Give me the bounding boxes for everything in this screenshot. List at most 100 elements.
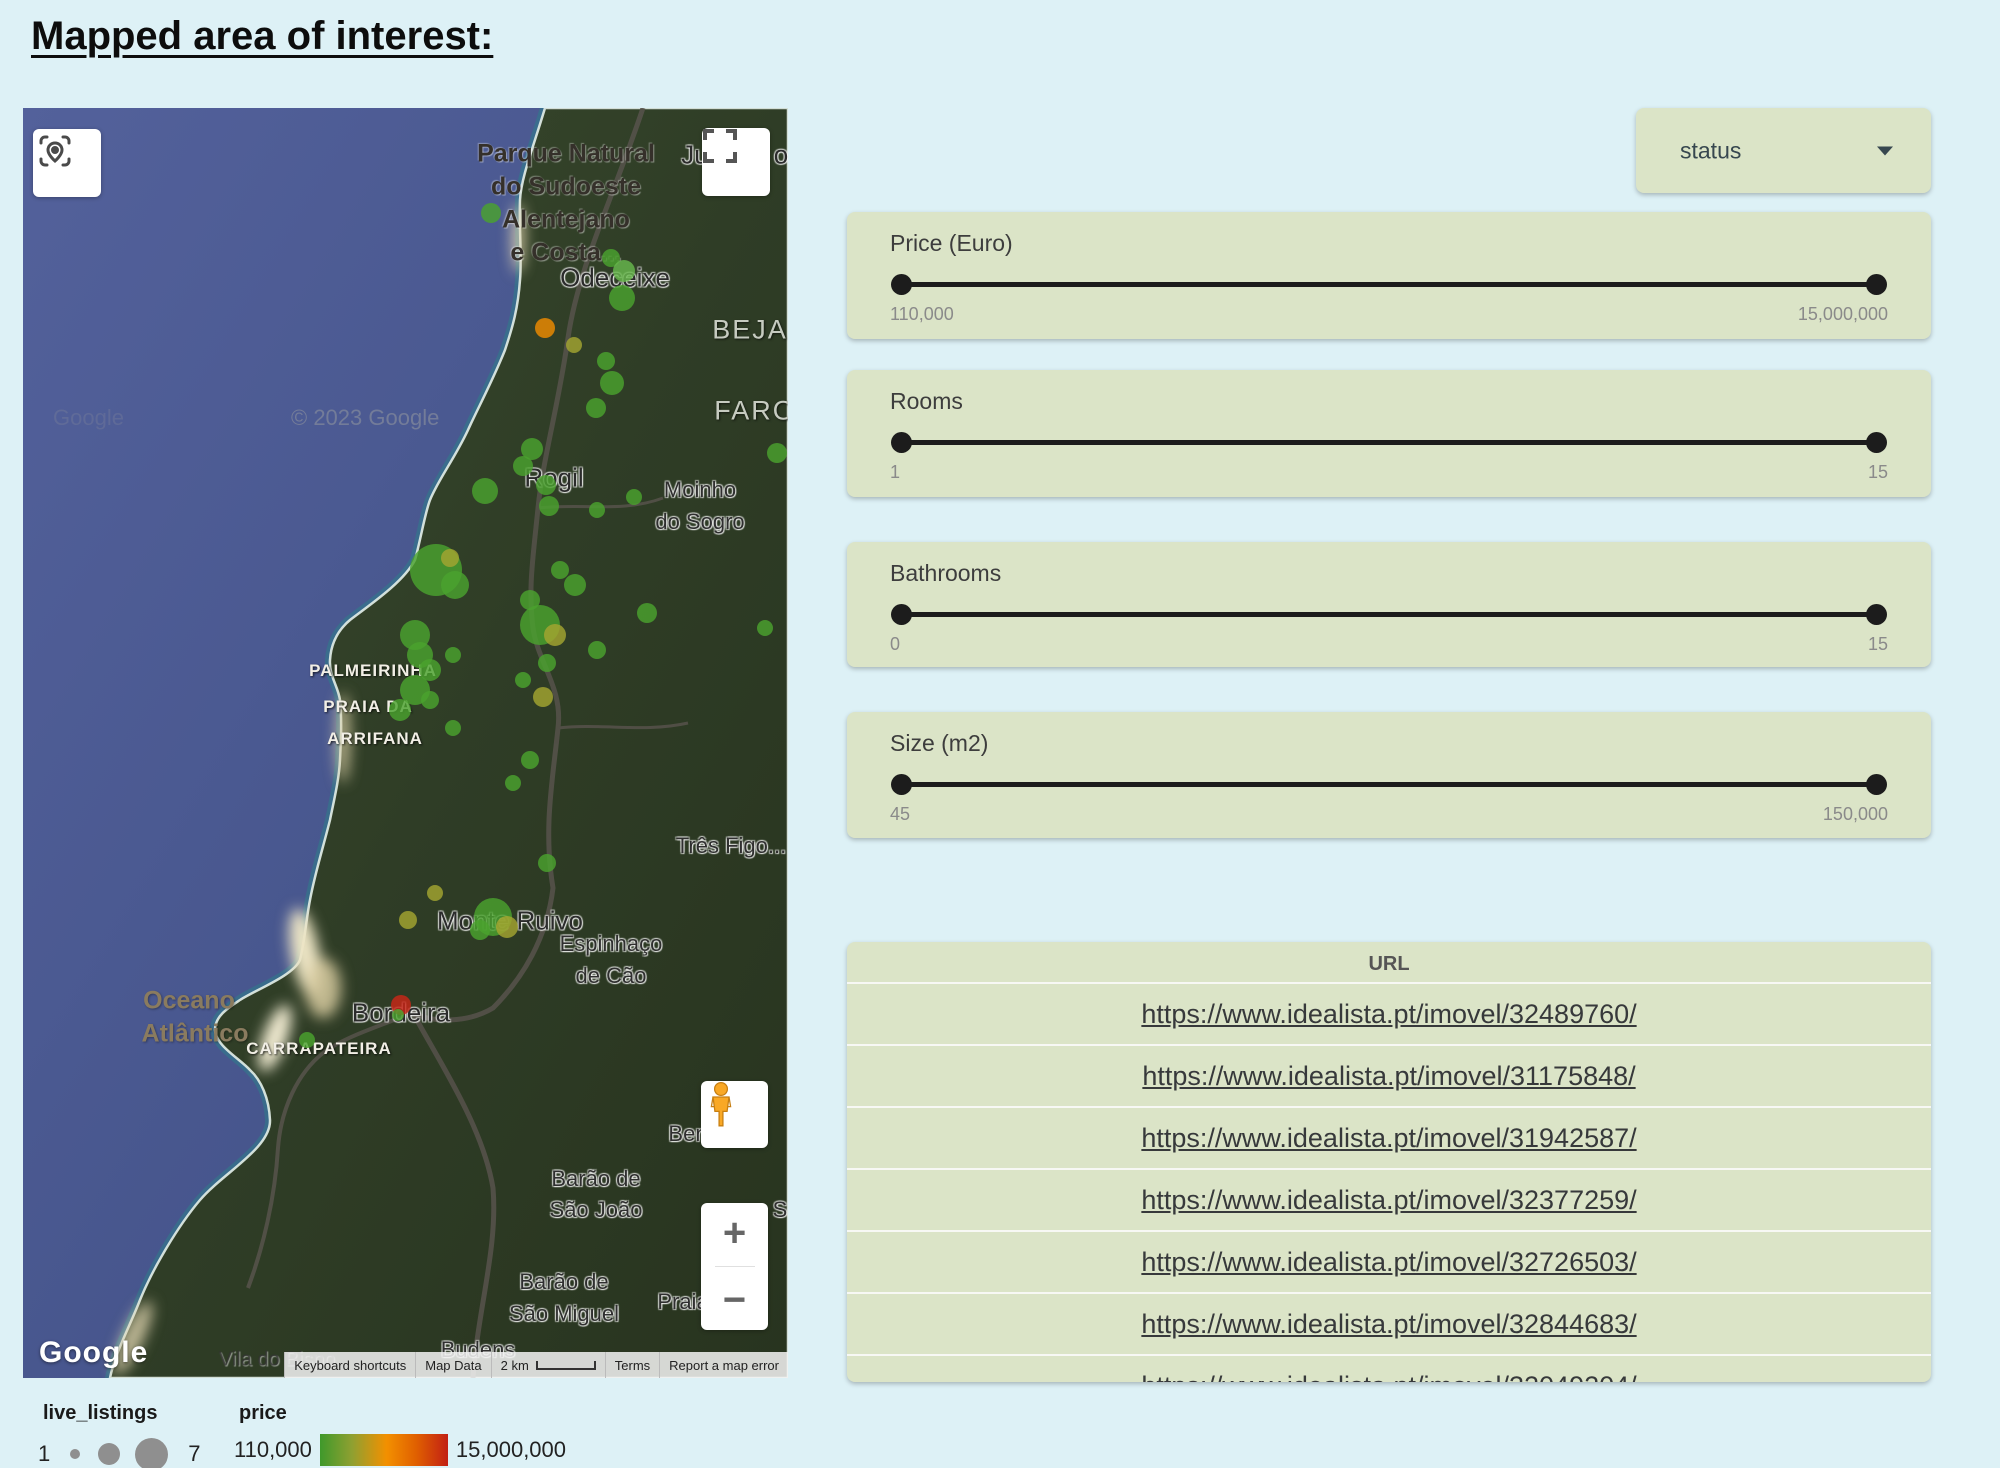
- slider-label-price: Price (Euro): [890, 230, 1013, 257]
- terms-link[interactable]: Terms: [605, 1352, 659, 1378]
- pegman-button[interactable]: [701, 1081, 768, 1148]
- listing-marker[interactable]: [539, 496, 559, 516]
- listing-url-link[interactable]: https://www.idealista.pt/imovel/32049204…: [1141, 1371, 1636, 1383]
- scale-bar: [536, 1361, 596, 1370]
- keyboard-shortcuts-link[interactable]: Keyboard shortcuts: [284, 1352, 415, 1378]
- listing-marker[interactable]: [637, 603, 657, 623]
- slider-max-value: 15: [1868, 634, 1888, 655]
- legend-size-title: live_listings: [43, 1402, 158, 1425]
- rooms-range-slider[interactable]: [901, 440, 1877, 445]
- zoom-in-button[interactable]: +: [701, 1213, 768, 1253]
- listing-marker[interactable]: [441, 571, 469, 599]
- listing-marker[interactable]: [399, 911, 417, 929]
- slider-thumb-max[interactable]: [1866, 604, 1887, 625]
- listing-marker[interactable]: [441, 549, 459, 567]
- listing-marker[interactable]: [544, 624, 566, 646]
- slider-max-value: 150,000: [1823, 804, 1888, 825]
- zoom-control: + −: [701, 1203, 768, 1330]
- zoom-divider: [715, 1266, 755, 1267]
- slider-thumb-min[interactable]: [891, 774, 912, 795]
- listing-url-link[interactable]: https://www.idealista.pt/imovel/32377259…: [1141, 1185, 1636, 1216]
- slider-thumb-max[interactable]: [1866, 774, 1887, 795]
- listing-url-link[interactable]: https://www.idealista.pt/imovel/31175848…: [1142, 1061, 1635, 1092]
- legend-price-scale: 110,000 15,000,000: [234, 1430, 566, 1468]
- slider-thumb-min[interactable]: [891, 274, 912, 295]
- size-range-slider[interactable]: [901, 782, 1877, 787]
- page: Mapped area of interest:: [0, 0, 2000, 1468]
- listing-marker[interactable]: [505, 775, 521, 791]
- filter-panel-rooms: Rooms 1 15: [847, 370, 1931, 497]
- listing-marker[interactable]: [427, 885, 443, 901]
- listing-marker[interactable]: [515, 672, 531, 688]
- listing-marker[interactable]: [392, 1009, 404, 1021]
- slider-thumb-min[interactable]: [891, 432, 912, 453]
- listing-marker[interactable]: [551, 561, 569, 579]
- listing-marker[interactable]: [299, 1032, 315, 1048]
- listing-marker[interactable]: [535, 318, 555, 338]
- url-table-row: https://www.idealista.pt/imovel/32049204…: [847, 1354, 1931, 1382]
- listing-marker[interactable]: [767, 443, 787, 463]
- zoom-out-button[interactable]: −: [701, 1280, 768, 1320]
- listing-url-link[interactable]: https://www.idealista.pt/imovel/32489760…: [1141, 999, 1636, 1030]
- legend-price-title: price: [239, 1402, 287, 1425]
- listing-url-link[interactable]: https://www.idealista.pt/imovel/31942587…: [1141, 1123, 1636, 1154]
- listing-marker[interactable]: [626, 489, 642, 505]
- listing-marker[interactable]: [389, 699, 411, 721]
- fullscreen-icon: [702, 128, 738, 164]
- url-table-row: https://www.idealista.pt/imovel/31942587…: [847, 1106, 1931, 1168]
- status-dropdown[interactable]: status: [1636, 108, 1931, 193]
- listing-marker[interactable]: [472, 478, 498, 504]
- url-rows: https://www.idealista.pt/imovel/32489760…: [847, 982, 1931, 1382]
- status-dropdown-label: status: [1680, 137, 1741, 164]
- listing-marker[interactable]: [597, 352, 615, 370]
- listing-marker[interactable]: [538, 854, 556, 872]
- listing-marker[interactable]: [588, 641, 606, 659]
- listing-marker[interactable]: [586, 398, 606, 418]
- listing-marker[interactable]: [445, 720, 461, 736]
- bathrooms-range-slider[interactable]: [901, 612, 1877, 617]
- map-data-link[interactable]: Map Data: [415, 1352, 490, 1378]
- listing-marker[interactable]: [496, 916, 518, 938]
- listing-marker[interactable]: [445, 647, 461, 663]
- legend-price-max: 15,000,000: [456, 1437, 566, 1463]
- listing-marker[interactable]: [566, 337, 582, 353]
- report-map-error-link[interactable]: Report a map error: [659, 1352, 788, 1378]
- slider-thumb-max[interactable]: [1866, 274, 1887, 295]
- filter-panel-price: Price (Euro) 110,000 15,000,000: [847, 212, 1931, 339]
- slider-label-size: Size (m2): [890, 730, 988, 757]
- listing-marker[interactable]: [564, 574, 586, 596]
- listing-marker[interactable]: [470, 920, 490, 940]
- listing-marker[interactable]: [533, 687, 553, 707]
- listing-marker[interactable]: [600, 371, 624, 395]
- slider-label-rooms: Rooms: [890, 388, 963, 415]
- price-range-slider[interactable]: [901, 282, 1877, 287]
- listing-marker[interactable]: [589, 502, 605, 518]
- slider-min-value: 45: [890, 804, 910, 825]
- locate-area-button[interactable]: [33, 129, 101, 197]
- fullscreen-button[interactable]: [702, 128, 770, 196]
- slider-label-bathrooms: Bathrooms: [890, 560, 1001, 587]
- map-terrain: [23, 108, 788, 1378]
- slider-max-value: 15: [1868, 462, 1888, 483]
- listing-marker[interactable]: [513, 456, 533, 476]
- listing-url-link[interactable]: https://www.idealista.pt/imovel/32726503…: [1141, 1247, 1636, 1278]
- google-logo: Google: [39, 1336, 148, 1370]
- slider-thumb-max[interactable]: [1866, 432, 1887, 453]
- listing-marker[interactable]: [520, 590, 540, 610]
- location-scan-icon: [33, 129, 77, 173]
- url-table-row: https://www.idealista.pt/imovel/32726503…: [847, 1230, 1931, 1292]
- listing-marker[interactable]: [613, 260, 635, 282]
- url-column-header: URL: [847, 942, 1931, 982]
- listing-marker[interactable]: [609, 285, 635, 311]
- listing-marker[interactable]: [521, 751, 539, 769]
- slider-thumb-min[interactable]: [891, 604, 912, 625]
- listing-marker[interactable]: [757, 620, 773, 636]
- listing-marker[interactable]: [481, 203, 501, 223]
- map-canvas[interactable]: Parque Naturaldo SudoesteAlentejanoe Cos…: [23, 108, 788, 1378]
- listing-marker[interactable]: [536, 475, 556, 495]
- listing-marker[interactable]: [421, 691, 439, 709]
- listing-marker[interactable]: [538, 654, 556, 672]
- legend-dot-medium: [98, 1443, 120, 1465]
- listing-url-link[interactable]: https://www.idealista.pt/imovel/32844683…: [1141, 1309, 1636, 1340]
- url-table-row: https://www.idealista.pt/imovel/32489760…: [847, 982, 1931, 1044]
